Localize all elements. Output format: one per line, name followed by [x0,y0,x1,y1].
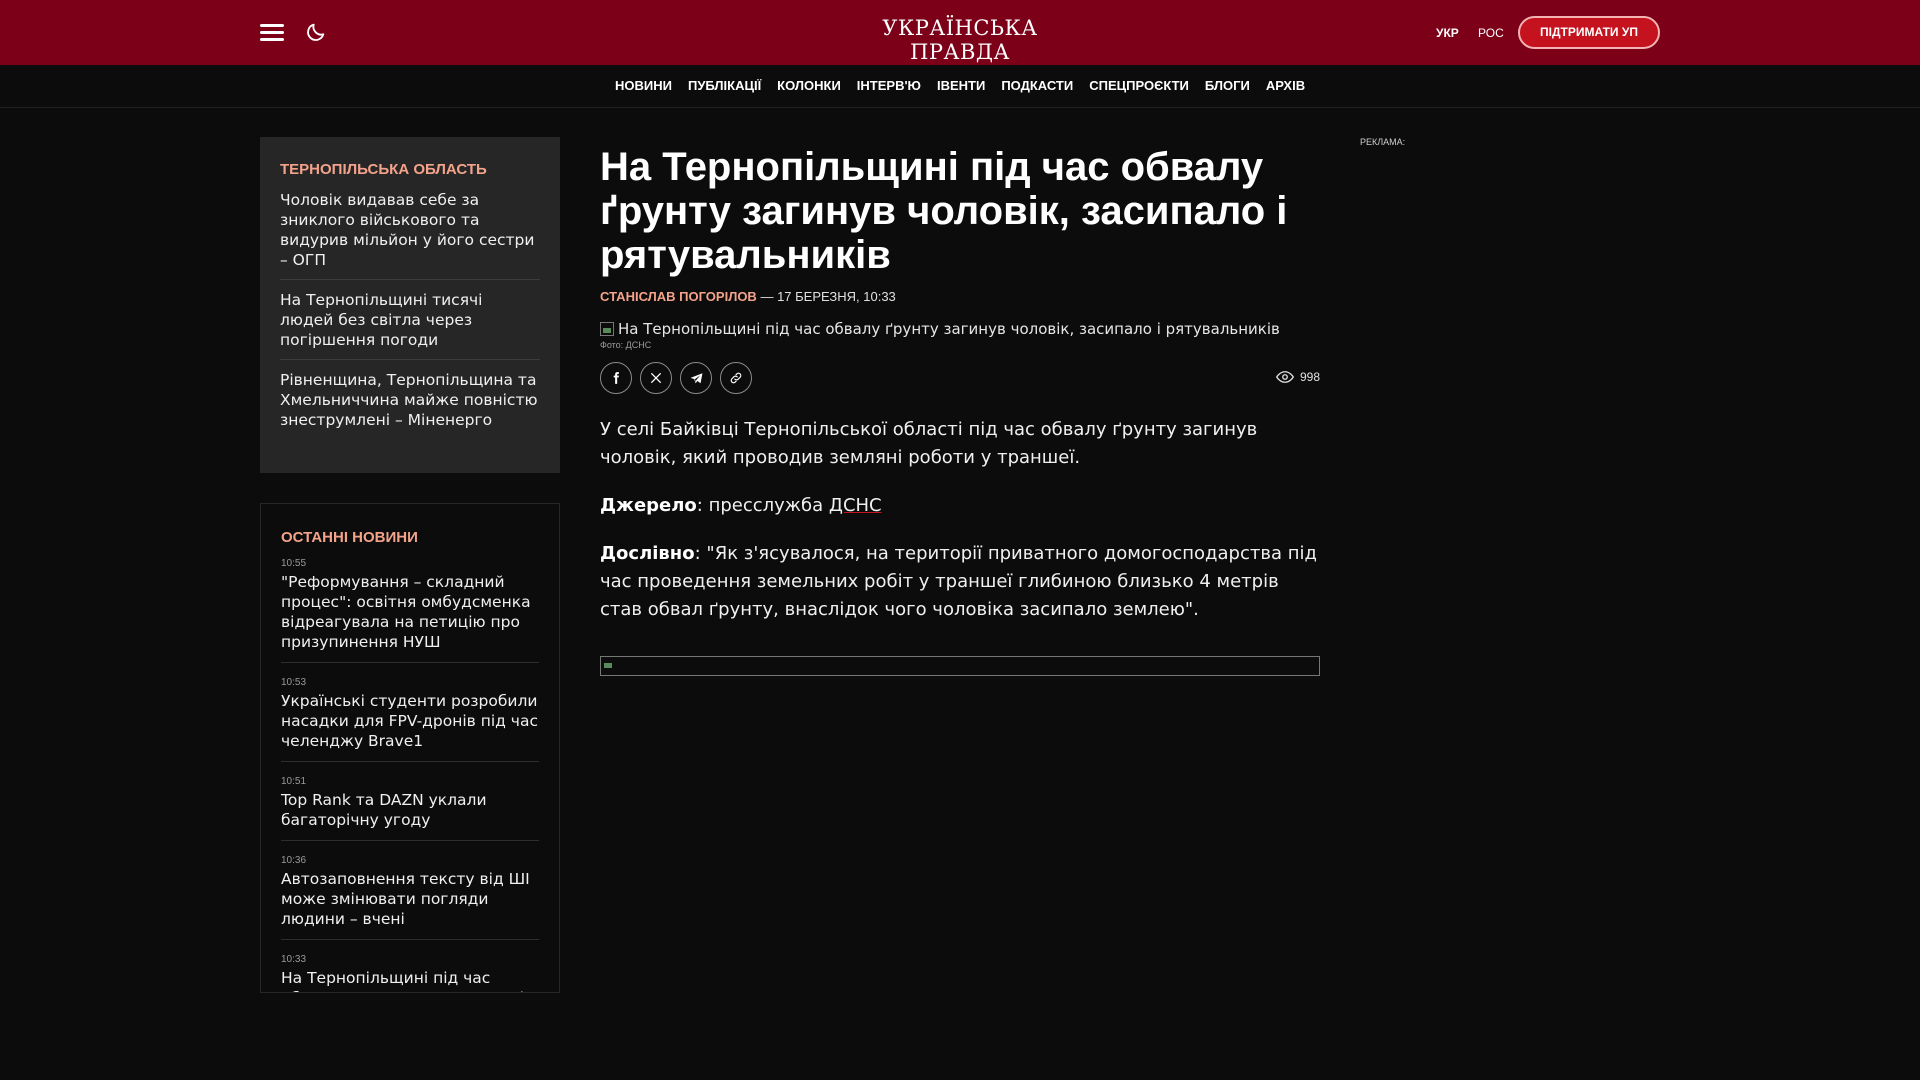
article-date: — 17 БЕРЕЗНЯ, 10:33 [760,289,896,304]
broken-image-icon [600,322,614,336]
lang-ros-link[interactable]: РОС [1478,26,1504,40]
latest-news-item[interactable]: 10:36 Автозаповнення тексту від ШІ може … [281,855,539,940]
news-title[interactable]: "Реформування – складний процес": освітн… [281,572,539,652]
latest-news-item[interactable]: 10:51 Top Rank та DAZN уклали багаторічн… [281,776,539,841]
latest-news-item[interactable]: 10:55 "Реформування – складний процес": … [281,558,539,663]
article-image-alt: На Тернопільщині під час обвалу ґрунту з… [618,320,1280,338]
article-byline: СТАНІСЛАВ ПОГОРІЛОВ — 17 БЕРЕЗНЯ, 10:33 [600,289,1320,304]
embedded-media[interactable] [600,656,1320,676]
photo-credit: Фото: ДСНС [600,340,652,350]
nav-item-publications[interactable]: ПУБЛІКАЦІЇ [688,78,761,93]
nav-item-archive[interactable]: АРХІВ [1266,78,1305,93]
region-news-box: ТЕРНОПІЛЬСЬКА ОБЛАСТЬ Чоловік видавав се… [260,137,560,473]
latest-news-title[interactable]: ОСТАННІ НОВИНИ [281,529,539,546]
telegram-share-button[interactable] [680,362,712,394]
news-time: 10:36 [281,855,307,866]
source-label: Джерело [600,495,697,516]
eye-icon [1275,371,1294,383]
x-icon [650,372,662,384]
article: На Тернопільщині під час обвалу ґрунту з… [600,145,1320,676]
ad-label: РЕКЛАМА: [1360,137,1406,147]
dark-mode-icon[interactable] [305,21,327,43]
x-share-button[interactable] [640,362,672,394]
news-time: 10:53 [281,677,307,688]
latest-news-box: ОСТАННІ НОВИНИ 10:55 "Реформування – скл… [260,503,560,993]
news-title[interactable]: Top Rank та DAZN уклали багаторічну угод… [281,790,539,830]
main-nav: НОВИНИ ПУБЛІКАЦІЇ КОЛОНКИ ІНТЕРВ'Ю ІВЕНТ… [0,65,1920,108]
nav-item-blogs[interactable]: БЛОГИ [1205,78,1250,93]
telegram-icon [690,372,702,383]
menu-icon[interactable] [260,22,284,42]
article-headline: На Тернопільщині під час обвалу ґрунту з… [600,145,1288,277]
region-news-item[interactable]: Рівненщина, Тернопільщина та Хмельниччин… [280,370,540,439]
nav-item-special-projects[interactable]: СПЕЦПРОЄКТИ [1089,78,1189,93]
article-quote: Дослівно: "Як з'ясувалося, на території … [600,540,1320,624]
site-header: УКРАЇНСЬКА ПРАВДА УКР РОС ПІДТРИМАТИ УП [0,0,1920,65]
facebook-share-button[interactable] [600,362,632,394]
news-title[interactable]: На Тернопільщині під час обвалу ґрунту з… [281,968,539,992]
share-bar: 998 [600,362,1320,396]
region-news-item[interactable]: Чоловік видавав себе за зниклого військо… [280,190,540,280]
nav-item-podcasts[interactable]: ПОДКАСТИ [1001,78,1073,93]
site-logo[interactable]: УКРАЇНСЬКА ПРАВДА [860,16,1060,64]
lang-ukr-link[interactable]: УКР [1436,26,1459,40]
news-title[interactable]: Українські студенти розробили насадки дл… [281,691,539,751]
nav-item-interviews[interactable]: ІНТЕРВ'Ю [857,78,921,93]
region-news-item[interactable]: На Тернопільщині тисячі людей без світла… [280,290,540,360]
copy-link-button[interactable] [720,362,752,394]
nav-item-news[interactable]: НОВИНИ [615,78,672,93]
quote-label: Дослівно [600,543,695,564]
source-text: : пресслужба [696,495,829,516]
support-button[interactable]: ПІДТРИМАТИ УП [1518,16,1660,49]
author-link[interactable]: СТАНІСЛАВ ПОГОРІЛОВ [600,289,757,304]
views-counter: 998 [1275,370,1320,384]
facebook-icon [613,372,619,384]
quote-text: : "Як з'ясувалося, на території приватно… [600,543,1317,620]
broken-image-icon [602,658,616,672]
latest-news-item[interactable]: 10:33 На Тернопільщині під час обвалу ґр… [281,954,539,992]
link-icon [730,372,742,384]
article-source: Джерело: пресслужба ДСНС [600,492,1320,520]
source-link[interactable]: ДСНС [829,495,882,516]
news-time: 10:33 [281,954,307,965]
article-image: На Тернопільщині під час обвалу ґрунту з… [600,320,1320,338]
latest-news-item[interactable]: 10:53 Українські студенти розробили наса… [281,677,539,762]
article-lead: У селі Байківці Тернопільської області п… [600,419,1258,468]
nav-item-events[interactable]: ІВЕНТИ [937,78,985,93]
region-title[interactable]: ТЕРНОПІЛЬСЬКА ОБЛАСТЬ [280,161,540,178]
news-time: 10:51 [281,776,307,787]
news-time: 10:55 [281,558,307,569]
views-count: 998 [1299,370,1320,384]
news-title[interactable]: Автозаповнення тексту від ШІ може змінюв… [281,869,539,929]
nav-item-columns[interactable]: КОЛОНКИ [777,78,841,93]
